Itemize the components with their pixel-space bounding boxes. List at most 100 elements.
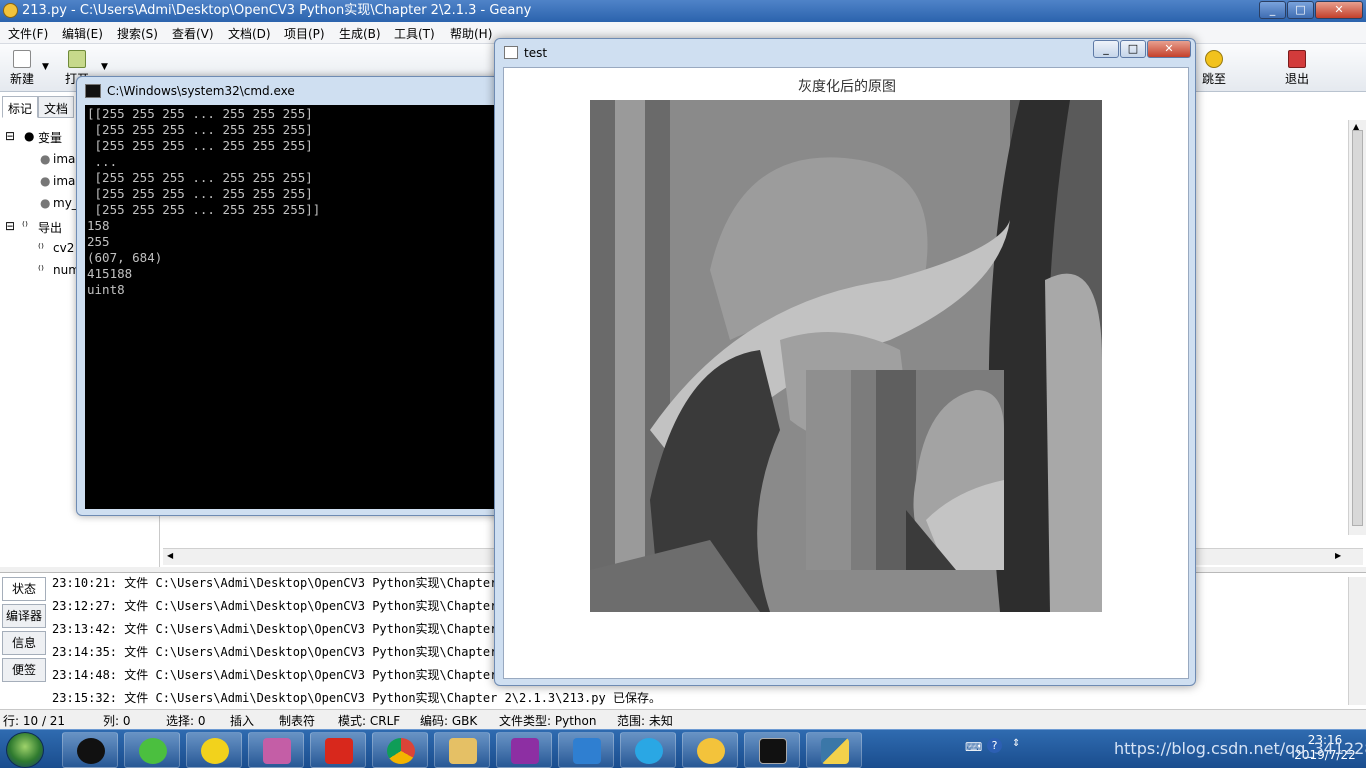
- status-filetype: 文件类型: Python: [499, 714, 597, 728]
- tree-variables[interactable]: 变量: [38, 129, 62, 146]
- geany-title-bar: 213.py - C:\Users\Admi\Desktop\OpenCV3 P…: [0, 0, 1366, 22]
- taskbar-app-music[interactable]: [186, 732, 242, 768]
- log-line: 23:13:42: 文件 C:\Users\Admi\Desktop\OpenC…: [52, 622, 498, 636]
- geany-app-icon: [3, 3, 18, 18]
- taskbar-app-qq[interactable]: [62, 732, 118, 768]
- taskbar-app-translate[interactable]: [558, 732, 614, 768]
- cmd-window[interactable]: C:\Windows\system32\cmd.exe [[255 255 25…: [76, 76, 506, 516]
- help-icon[interactable]: ?: [987, 738, 1002, 753]
- log-line: 23:15:32: 文件 C:\Users\Admi\Desktop\OpenC…: [52, 691, 661, 705]
- mail-icon: [325, 738, 353, 764]
- log-line: 23:10:21: 文件 C:\Users\Admi\Desktop\OpenC…: [52, 576, 498, 590]
- scroll-thumb[interactable]: [1352, 130, 1363, 526]
- keyboard-icon[interactable]: ⌨: [965, 740, 982, 754]
- tab-compiler[interactable]: 编译器: [2, 604, 46, 628]
- maximize-button[interactable]: □: [1120, 40, 1146, 58]
- variable-icon: ●: [40, 152, 51, 166]
- inset-roi-graphic: [806, 370, 1004, 570]
- ie-icon: [635, 738, 663, 764]
- tree-var-item[interactable]: my_: [53, 196, 78, 210]
- geany-window-title: 213.py - C:\Users\Admi\Desktop\OpenCV3 P…: [22, 3, 532, 18]
- status-scope: 范围: 未知: [617, 714, 673, 728]
- image-client-area: 灰度化后的原图: [503, 67, 1189, 679]
- menu-document[interactable]: 文档(D): [228, 25, 271, 42]
- image-title: 灰度化后的原图: [798, 79, 896, 95]
- exit-icon: [1288, 50, 1306, 68]
- status-insert-mode: 插入: [230, 714, 255, 728]
- module-icon: ⁽⁾: [22, 219, 28, 233]
- menu-help[interactable]: 帮助(H): [450, 25, 492, 42]
- tab-symbols[interactable]: 标记: [2, 96, 39, 118]
- tab-messages[interactable]: 信息: [2, 631, 46, 655]
- tab-documents[interactable]: 文档: [38, 96, 75, 118]
- tree-export-item[interactable]: cv2: [53, 241, 74, 255]
- status-bar: 行: 10 / 21 列: 0 选择: 0 插入 制表符 模式: CRLF 编码…: [0, 709, 1366, 729]
- maximize-button[interactable]: □: [1287, 1, 1314, 19]
- taskbar-app-wechat[interactable]: [124, 732, 180, 768]
- console-output[interactable]: [[255 255 255 ... 255 255 255] [255 255 …: [85, 105, 503, 509]
- menu-tools[interactable]: 工具(T): [394, 25, 435, 42]
- explorer-icon: [449, 738, 477, 764]
- taskbar-app-pen[interactable]: [496, 732, 552, 768]
- log-line: 23:14:35: 文件 C:\Users\Admi\Desktop\OpenC…: [52, 645, 498, 659]
- menu-file[interactable]: 文件(F): [8, 25, 48, 42]
- image-window-title-bar[interactable]: test: [504, 45, 547, 61]
- taskbar-app-cmd[interactable]: [744, 732, 800, 768]
- reader-icon: [263, 738, 291, 764]
- menu-search[interactable]: 搜索(S): [117, 25, 158, 42]
- tab-status[interactable]: 状态: [2, 577, 46, 601]
- module-icon: ⁽⁾: [38, 263, 44, 277]
- taskbar-app-python[interactable]: [806, 732, 862, 768]
- image-window-title: test: [524, 46, 548, 60]
- variable-icon: ●: [40, 174, 51, 188]
- tab-scribble[interactable]: 便签: [2, 658, 46, 682]
- menu-edit[interactable]: 编辑(E): [62, 25, 103, 42]
- log-scrollbar[interactable]: [1348, 577, 1366, 705]
- pen-icon: [511, 738, 539, 764]
- window-icon: [504, 46, 518, 59]
- image-window[interactable]: test _ □ ✕ 灰度化后的原图: [494, 38, 1196, 686]
- new-button[interactable]: 新建: [0, 48, 44, 90]
- chevron-down-icon[interactable]: ▼: [42, 62, 49, 72]
- variable-icon: ●: [24, 129, 35, 143]
- tree-exports[interactable]: 导出: [38, 219, 62, 236]
- taskbar-app-reader[interactable]: [248, 732, 304, 768]
- taskbar-app-explorer[interactable]: [434, 732, 490, 768]
- collapse-icon[interactable]: ⊟: [5, 129, 15, 143]
- log-line: 23:14:48: 文件 C:\Users\Admi\Desktop\OpenC…: [52, 668, 498, 682]
- menu-project[interactable]: 项目(P): [284, 25, 325, 42]
- close-button[interactable]: ✕: [1147, 40, 1191, 58]
- cmd-icon: [759, 738, 787, 764]
- status-encoding: 编码: GBK: [420, 714, 478, 728]
- collapse-icon[interactable]: ⊟: [5, 219, 15, 233]
- cmd-icon: [85, 84, 101, 98]
- quit-button[interactable]: 退出: [1275, 48, 1319, 90]
- cmd-title-bar[interactable]: C:\Windows\system32\cmd.exe: [85, 83, 295, 99]
- taskbar-app-geany[interactable]: [682, 732, 738, 768]
- watermark: https://blog.csdn.net/qq_34122861: [1114, 739, 1366, 758]
- status-selection: 选择: 0: [166, 714, 206, 728]
- editor-vertical-scrollbar[interactable]: ▲: [1348, 120, 1366, 535]
- wechat-icon: [139, 738, 167, 764]
- jump-button[interactable]: 跳至: [1192, 48, 1236, 90]
- grayscale-photo: [590, 100, 1102, 612]
- translate-icon: [573, 738, 601, 764]
- minimize-button[interactable]: _: [1093, 40, 1119, 58]
- taskbar-app-mail[interactable]: [310, 732, 366, 768]
- taskbar-app-ie[interactable]: [620, 732, 676, 768]
- scroll-right-icon[interactable]: ▶: [1335, 551, 1341, 560]
- menu-view[interactable]: 查看(V): [172, 25, 214, 42]
- status-indent: 制表符: [279, 714, 316, 728]
- chrome-icon: [387, 738, 415, 764]
- taskbar-app-chrome[interactable]: [372, 732, 428, 768]
- start-button[interactable]: [6, 732, 44, 768]
- chevron-down-icon[interactable]: ▼: [101, 62, 108, 72]
- minimize-button[interactable]: _: [1259, 1, 1286, 19]
- status-column: 列: 0: [103, 714, 131, 728]
- close-button[interactable]: ✕: [1315, 1, 1363, 19]
- menu-build[interactable]: 生成(B): [339, 25, 381, 42]
- open-folder-icon: [68, 50, 86, 68]
- music-icon: [201, 738, 229, 764]
- scroll-left-icon[interactable]: ◀: [167, 551, 173, 560]
- tray-arrows-icon[interactable]: ⇕: [1012, 738, 1020, 749]
